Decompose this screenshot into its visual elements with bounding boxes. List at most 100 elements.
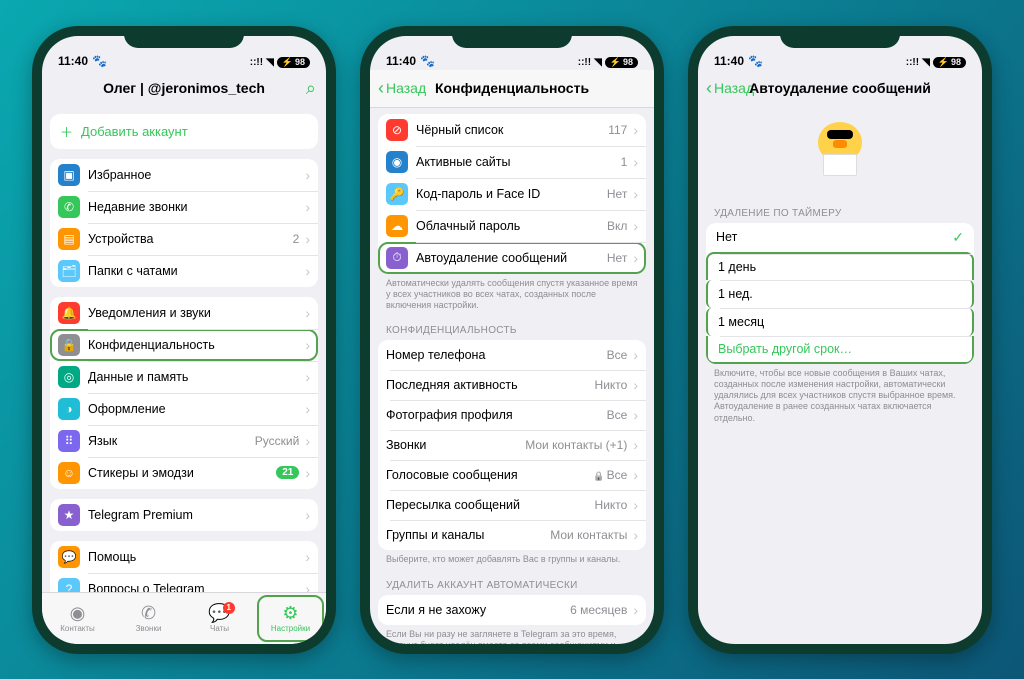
search-icon[interactable]: ⌕ [306,78,316,99]
settings-row[interactable]: ▣Избранное› [50,159,318,191]
row-label: Фотография профиля [386,408,607,422]
row-badge: 21 [276,466,299,479]
row-label: Группы и каналы [386,528,550,542]
tab-icon: ◉ [70,604,86,622]
settings-row[interactable]: ⠿ЯзыкРусский› [50,425,318,457]
row-label: Недавние звонки [88,200,303,214]
option-label: 1 месяц [718,315,962,329]
row-value: Русский [255,434,300,448]
signal-icon: ::!! [250,57,263,68]
tab-Звонки[interactable]: ✆Звонки [113,593,184,644]
tab-badge: 1 [223,602,235,614]
timer-option[interactable]: 1 день [706,252,974,280]
row-value: Все [607,348,628,362]
row-label: Уведомления и звуки [88,306,303,320]
row-icon: ▤ [58,228,80,250]
row-label: Оформление [88,402,303,416]
section-header-privacy: КОНФИДЕНЦИАЛЬНОСТЬ [370,311,654,340]
settings-row[interactable]: Голосовые сообщенияВсе› [378,460,646,490]
settings-row[interactable]: ⏱Автоудаление сообщенийНет› [378,242,646,274]
chevron-right-icon: › [633,347,638,363]
chevron-right-icon: › [633,218,638,234]
settings-row[interactable]: 🔔Уведомления и звуки› [50,297,318,329]
back-button[interactable]: ‹ Назад [378,79,426,97]
battery-bolt-icon: ⚡ [610,57,621,68]
phone-settings-root: 11:40 🐾 ::!! ◥ ⚡ 98 Олег | @jeronimos_te… [32,26,336,654]
chevron-right-icon: › [305,401,310,417]
tab-bar: ◉Контакты✆Звонки💬1Чаты⚙Настройки [42,592,326,644]
row-value: Никто [595,378,628,392]
row-icon: ◎ [58,366,80,388]
section-footer: Если Вы ни разу не заглянете в Telegram … [370,625,654,644]
row-icon: 💬 [58,546,80,568]
settings-row[interactable]: Номер телефонаВсе › [378,340,646,370]
plus-icon: ＋ [60,122,73,141]
settings-row[interactable]: ▤Устройства2› [50,223,318,255]
row-value: Все [593,468,627,482]
chevron-right-icon: › [305,549,310,565]
section-header-autodelete-account: УДАЛИТЬ АККАУНТ АВТОМАТИЧЕСКИ [370,566,654,595]
settings-row[interactable]: ◑Оформление› [50,393,318,425]
battery-bolt-icon: ⚡ [282,57,293,68]
settings-row[interactable]: Пересылка сообщенийНикто› [378,490,646,520]
settings-row[interactable]: ?Вопросы о Telegram› [50,573,318,592]
settings-row[interactable]: 💬Помощь› [50,541,318,573]
row-icon: ☺ [58,462,80,484]
row-label: Telegram Premium [88,508,303,522]
chevron-right-icon: › [305,369,310,385]
add-account-button[interactable]: ＋ Добавить аккаунт [50,114,318,149]
nav-bar: ‹ Назад Конфиденциальность [370,70,654,108]
battery-indicator: ⚡ 98 [933,57,966,68]
settings-row[interactable]: ЗвонкиМои контакты (+1)› [378,430,646,460]
settings-row[interactable]: 🗂Папки с чатами› [50,255,318,287]
chevron-right-icon: › [633,122,638,138]
option-label: 1 день [718,260,962,274]
settings-row[interactable]: Последняя активностьНикто› [378,370,646,400]
row-label: Пересылка сообщений [386,498,595,512]
row-value: Мои контакты [550,528,627,542]
row-label: Автоудаление сообщений [416,251,607,265]
row-icon: ⏱ [386,247,408,269]
timer-option[interactable]: Нет✓ [706,223,974,252]
nav-bar: Олег | @jeronimos_tech ⌕ [42,70,326,108]
settings-row[interactable]: ⊘Чёрный список117› [378,114,646,146]
settings-row[interactable]: Группы и каналыМои контакты› [378,520,646,550]
row-value: Мои контакты (+1) [525,438,627,452]
row-icon: ⊘ [386,119,408,141]
timer-option[interactable]: Выбрать другой срок… [706,336,974,364]
chevron-right-icon: › [305,305,310,321]
settings-row[interactable]: ✆Недавние звонки› [50,191,318,223]
row-label: Номер телефона [386,348,607,362]
chevron-right-icon: › [633,154,638,170]
settings-row[interactable]: ◎Данные и память› [50,361,318,393]
row-value: Никто [595,498,628,512]
settings-row[interactable]: ★Telegram Premium› [50,499,318,531]
row-value: Вкл [607,219,627,233]
tab-Чаты[interactable]: 💬1Чаты [184,593,255,644]
row-label: Чёрный список [416,123,608,137]
settings-row[interactable]: Если я не захожу6 месяцев› [378,595,646,625]
chevron-right-icon: › [633,377,638,393]
settings-row[interactable]: ◉Активные сайты1› [378,146,646,178]
check-icon: ✓ [952,229,964,246]
settings-row[interactable]: 🔑Код-пароль и Face IDНет› [378,178,646,210]
settings-row[interactable]: 🔒Конфиденциальность› [50,329,318,361]
chevron-right-icon: › [633,186,638,202]
row-label: Если я не захожу [386,603,570,617]
timer-option[interactable]: 1 нед. [706,280,974,308]
tab-Настройки[interactable]: ⚙Настройки [255,593,326,644]
timer-option[interactable]: 1 месяц [706,308,974,336]
row-label: Активные сайты [416,155,621,169]
settings-row[interactable]: ☁Облачный парольВкл› [378,210,646,242]
chevron-right-icon: › [633,407,638,423]
row-label: Код-пароль и Face ID [416,187,607,201]
battery-indicator: ⚡ 98 [277,57,310,68]
row-icon: ★ [58,504,80,526]
settings-row[interactable]: ☺Стикеры и эмодзи21› [50,457,318,489]
notch [780,26,900,48]
tab-Контакты[interactable]: ◉Контакты [42,593,113,644]
settings-row[interactable]: Фотография профиляВсе› [378,400,646,430]
back-button[interactable]: ‹ Назад [706,79,754,97]
row-label: Устройства [88,232,293,246]
nav-bar: ‹ Назад Автоудаление сообщений [698,70,982,108]
